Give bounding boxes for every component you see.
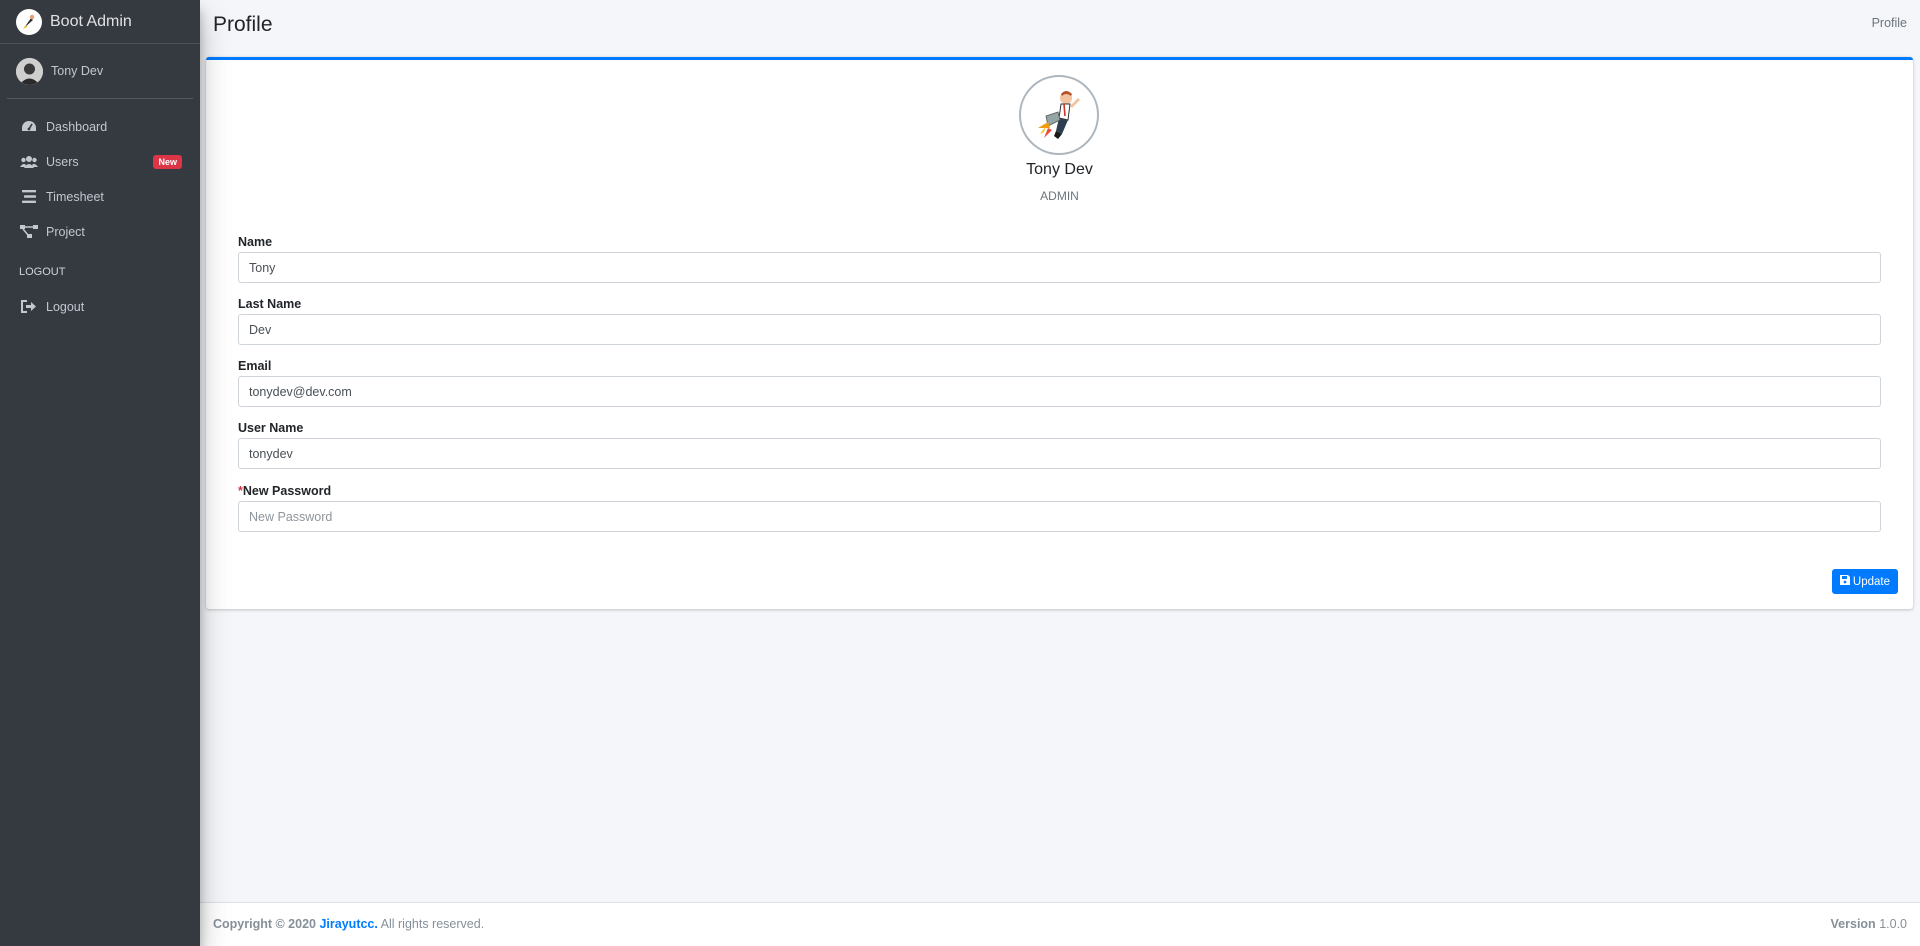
footer-version: Version 1.0.0	[1831, 917, 1907, 931]
username-field[interactable]	[238, 438, 1881, 469]
new-badge: New	[153, 155, 182, 169]
footer-copyright: Copyright © 2020 Jirayutcc. All rights r…	[213, 917, 484, 931]
main-content: Profile Profile Tony Dev ADMIN Name Tony…	[200, 0, 1920, 902]
sidebar-item-timesheet[interactable]: Timesheet	[0, 179, 200, 214]
sidebar-item-project[interactable]: Project	[0, 214, 200, 249]
content-header: Profile Profile	[200, 0, 1920, 53]
new-password-field[interactable]	[238, 501, 1881, 532]
users-icon	[20, 155, 38, 169]
sidebar-item-label: Timesheet	[46, 189, 104, 204]
form-group-email: Email	[238, 359, 1881, 407]
page-title: Profile	[213, 13, 273, 36]
sidebar-item-label: Logout	[46, 299, 85, 314]
brand-text: Boot Admin	[50, 12, 132, 30]
nav-header-logout: LOGOUT	[19, 266, 66, 278]
version-label: Version	[1830, 917, 1876, 931]
password-label-text: New Password	[242, 484, 332, 498]
rocket-man-icon	[1038, 91, 1080, 139]
brand-logo-icon	[16, 8, 42, 35]
rights-text: All rights reserved.	[380, 917, 485, 931]
last-name-field[interactable]	[238, 314, 1881, 345]
save-icon	[1839, 575, 1850, 588]
user-panel[interactable]: Tony Dev	[7, 44, 193, 99]
update-button[interactable]: Update	[1831, 569, 1898, 594]
project-diagram-icon	[20, 225, 38, 239]
sidebar-nav: Dashboard Users New Timesheet Project	[0, 99, 200, 249]
update-label: Update	[1852, 575, 1890, 588]
version-number: 1.0.0	[1879, 917, 1907, 931]
form-group-username: User Name	[238, 421, 1881, 469]
sidebar-item-users[interactable]: Users New	[0, 144, 200, 179]
last-name-label: Last Name	[238, 297, 302, 311]
sidebar-item-label: Project	[46, 224, 85, 239]
password-label: *New Password	[238, 484, 1881, 501]
profile-card: Tony Dev ADMIN Name Last Name Email User…	[206, 57, 1913, 609]
profile-role: ADMIN	[1040, 189, 1079, 203]
list-icon	[20, 190, 38, 204]
email-label: Email	[238, 359, 272, 373]
form-group-name: Name	[238, 235, 1881, 283]
user-name: Tony Dev	[51, 64, 104, 78]
username-label: User Name	[238, 421, 304, 435]
sidebar-item-label: Dashboard	[46, 119, 108, 134]
profile-avatar	[1019, 75, 1099, 155]
sidebar: Boot Admin Tony Dev Dashboard Users New …	[0, 0, 200, 946]
form-group-last-name: Last Name	[238, 297, 1881, 345]
name-field[interactable]	[238, 252, 1881, 283]
profile-name: Tony Dev	[1026, 161, 1093, 178]
copyright-text: Copyright © 2020	[213, 917, 316, 931]
email-field[interactable]	[238, 376, 1881, 407]
brand-link[interactable]: Boot Admin	[0, 0, 200, 44]
company-link[interactable]: Jirayutcc.	[319, 917, 377, 931]
footer: Copyright © 2020 Jirayutcc. All rights r…	[200, 902, 1920, 946]
avatar	[16, 57, 43, 85]
form-group-password: *New Password	[238, 484, 1881, 532]
sidebar-item-label: Users	[46, 154, 79, 169]
sidebar-item-dashboard[interactable]: Dashboard	[0, 109, 200, 144]
name-label: Name	[238, 235, 273, 249]
sign-out-icon	[20, 300, 38, 314]
breadcrumb: Profile	[1871, 16, 1907, 30]
sidebar-item-logout[interactable]: Logout	[0, 289, 200, 324]
dashboard-icon	[20, 120, 38, 134]
